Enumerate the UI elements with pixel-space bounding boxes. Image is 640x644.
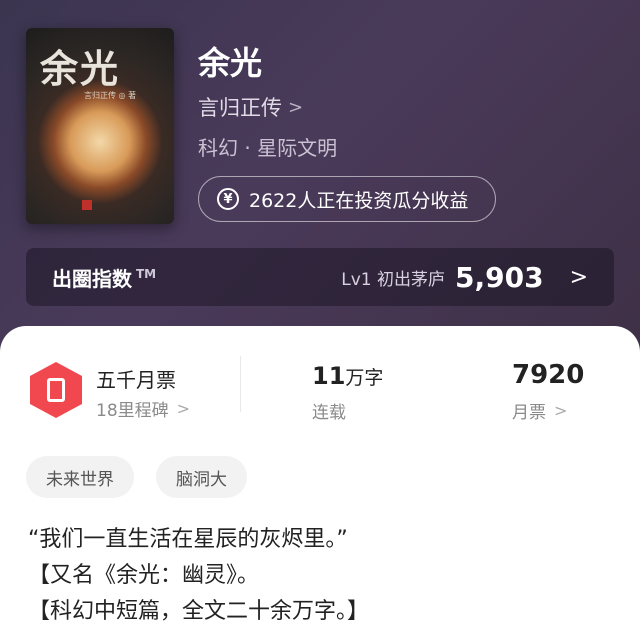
author-link[interactable]: 言归正传 > xyxy=(198,92,303,122)
divider xyxy=(240,356,241,412)
popularity-index-bar[interactable]: 出圈指数 TM Lv1 初出茅庐 5,903 > xyxy=(26,248,614,306)
description-line: “我们一直生活在星辰的灰烬里。” xyxy=(28,527,348,552)
index-value: 5,903 xyxy=(454,260,544,294)
monthly-ticket-link[interactable]: 月票 > xyxy=(512,398,567,423)
description-line: 【又名《余光：幽灵》。 xyxy=(28,563,260,588)
milestone-title: 五千月票 xyxy=(96,368,176,392)
invest-button[interactable]: ¥ 2622人正在投资瓜分收益 xyxy=(198,176,496,222)
book-title: 余光 xyxy=(198,44,263,82)
seal-icon xyxy=(82,200,92,210)
cover-author: 言归正传 ◎ 著 xyxy=(84,91,137,100)
monthly-ticket-badge-icon xyxy=(30,362,82,418)
index-label: 出圈指数 TM xyxy=(52,266,157,291)
chevron-right-icon: > xyxy=(554,401,568,420)
cover-title: 余光 xyxy=(40,46,121,91)
monthly-ticket-label: 月票 xyxy=(512,403,546,423)
book-cover[interactable]: 余光 言归正传 ◎ 著 xyxy=(26,28,174,224)
description-line: 【科幻中短篇，全文二十余万字。】 xyxy=(28,599,370,624)
yen-icon: ¥ xyxy=(217,188,239,210)
level-text: Lv1 初出茅庐 xyxy=(341,269,445,290)
trademark-mark: TM xyxy=(136,266,157,281)
word-count: 11万字 xyxy=(312,362,384,390)
book-description: “我们一直生活在星辰的灰烬里。” 【又名《余光：幽灵》。 【科幻中短篇，全文二十… xyxy=(28,522,369,630)
invest-text: 2622人正在投资瓜分收益 xyxy=(249,189,469,212)
tag-future-world[interactable]: 未来世界 xyxy=(26,456,134,498)
chevron-right-icon: > xyxy=(569,264,588,290)
milestone-link[interactable]: 18里程碑 > xyxy=(96,396,190,421)
monthly-ticket-count: 7920 xyxy=(512,360,585,390)
genre-label: 科幻 · 星际文明 xyxy=(198,136,338,160)
chevron-right-icon: > xyxy=(176,399,191,418)
milestone-sub: 18里程碑 xyxy=(96,401,169,421)
chevron-right-icon: > xyxy=(288,96,304,118)
book-header: 余光 言归正传 ◎ 著 余光 言归正传 > 科幻 · 星际文明 ¥ 2622人正… xyxy=(0,0,640,360)
tag-imaginative[interactable]: 脑洞大 xyxy=(156,456,247,498)
book-info-card: 五千月票 18里程碑 > 11万字 连载 7920 月票 > 未来世界 脑洞大 … xyxy=(0,326,640,644)
serial-status: 连载 xyxy=(312,403,346,423)
author-name: 言归正传 xyxy=(198,96,282,120)
